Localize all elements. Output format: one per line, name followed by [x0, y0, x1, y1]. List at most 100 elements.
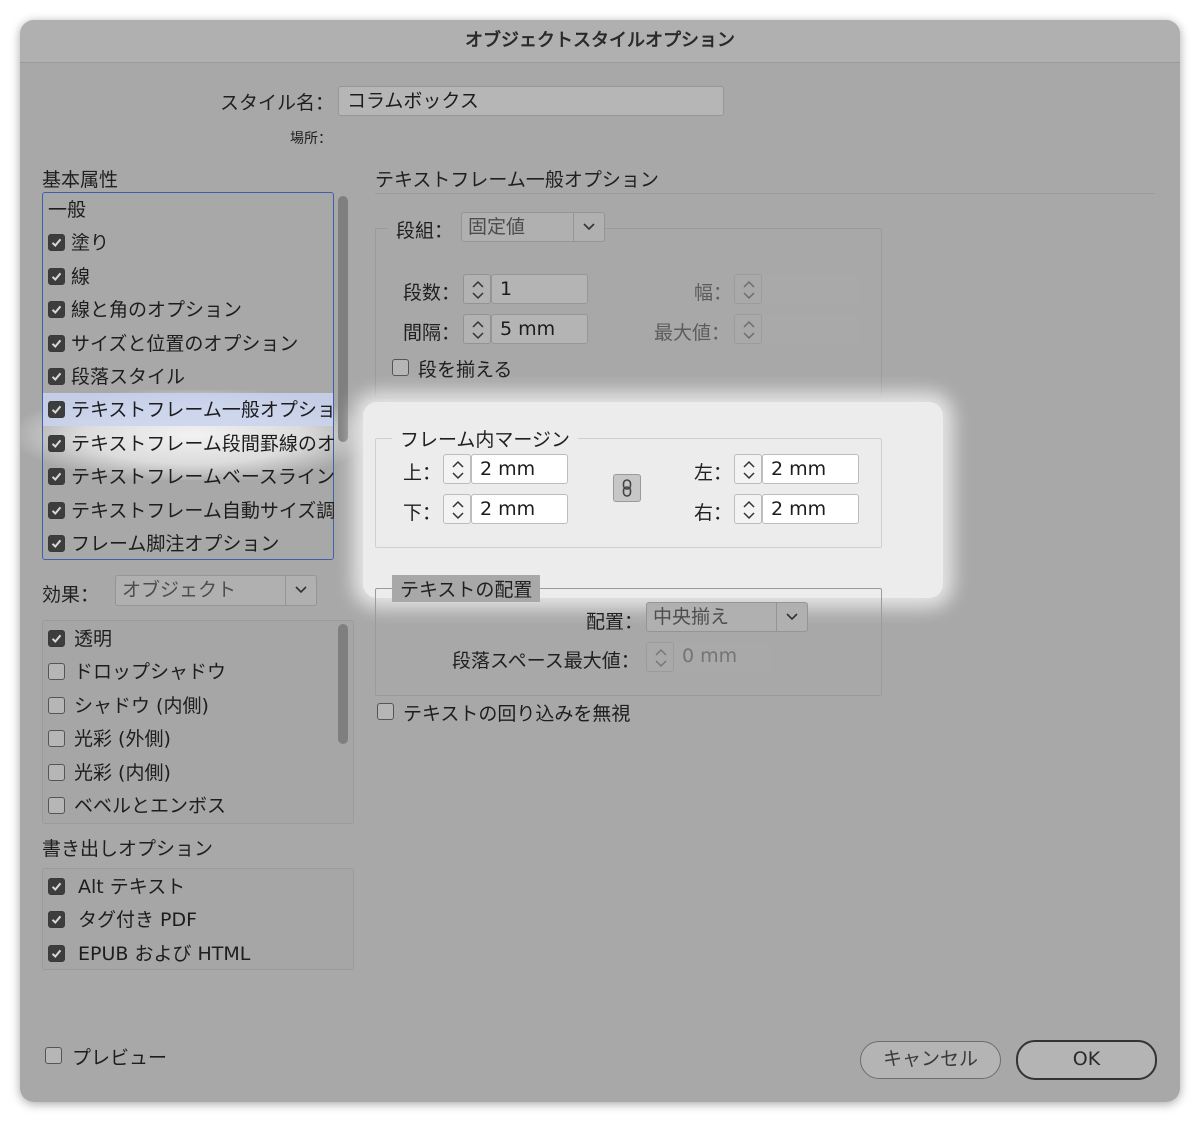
- checked-checkbox[interactable]: [48, 334, 65, 352]
- list-item-label[interactable]: サイズと位置のオプション: [71, 329, 298, 356]
- columns-select-value: 固定値: [468, 216, 526, 238]
- effects-scrollbar[interactable]: [336, 622, 350, 822]
- effects-list[interactable]: 透明ドロップシャドウ シャドウ (内側) 光彩 (外側) 光彩 (内側) ベベルとエンボ…: [42, 620, 354, 824]
- preview-label: プレビュー: [72, 1047, 168, 1069]
- width-label: 幅：: [694, 282, 733, 304]
- export-options-list[interactable]: Alt テキスト タグ付き PDF EPUB および HTML: [42, 868, 354, 970]
- unchecked-checkbox[interactable]: [48, 730, 65, 748]
- checked-checkbox[interactable]: [48, 468, 65, 486]
- basic-attributes-list[interactable]: 一般塗り線線と角のオプションサイズと位置のオプション 段落スタイルテキストフレーム…: [42, 192, 336, 560]
- checked-checkbox[interactable]: [48, 301, 65, 319]
- align-select-value: 中央揃え: [653, 606, 730, 628]
- scroll-thumb[interactable]: [338, 196, 348, 442]
- list-item-label[interactable]: 光彩 (外側): [74, 724, 171, 751]
- list-item-label[interactable]: 透明: [74, 624, 112, 651]
- list-item-label[interactable]: ドロップシャドウ: [74, 657, 226, 684]
- balance-columns-checkbox[interactable]: [392, 359, 409, 376]
- list-item-label[interactable]: フレーム脚注オプション: [71, 529, 279, 556]
- checked-checkbox[interactable]: [48, 434, 65, 452]
- chevron-down-icon: [285, 576, 316, 605]
- inset-right-label: 右：: [694, 502, 733, 524]
- list-item-label[interactable]: タグ付き PDF: [78, 905, 197, 932]
- inset-top-label: 上：: [403, 462, 442, 484]
- style-name-label: スタイル名：: [220, 92, 335, 114]
- section-title: テキストフレーム一般オプション: [375, 169, 659, 191]
- list-item-label[interactable]: テキストフレーム自動サイズ調: [71, 496, 335, 523]
- link-icon[interactable]: [613, 474, 641, 502]
- object-style-options-dialog: オブジェクトスタイルオプション スタイル名： コラムボックス 場所： 基本属性 …: [20, 20, 1180, 1102]
- ignore-text-wrap-label: テキストの回り込みを無視: [403, 703, 631, 725]
- list-item-label[interactable]: シャドウ (内側): [74, 691, 209, 718]
- basic-attributes-scrollbar[interactable]: [336, 192, 350, 560]
- checked-checkbox[interactable]: [48, 878, 65, 895]
- paragraph-spacing-stepper[interactable]: [646, 642, 674, 672]
- inset-top-stepper[interactable]: [443, 454, 471, 484]
- inset-bottom-stepper[interactable]: [443, 494, 471, 524]
- effects-select[interactable]: オブジェクト: [115, 575, 317, 606]
- effects-select-value: オブジェクト: [122, 579, 237, 601]
- list-item-label[interactable]: ベベルとエンボス: [74, 791, 226, 818]
- max-width-stepper[interactable]: [734, 314, 762, 344]
- unchecked-checkbox[interactable]: [48, 663, 65, 681]
- chevron-down-icon: [776, 603, 807, 631]
- gutter-stepper[interactable]: [463, 314, 491, 344]
- width-stepper[interactable]: [734, 274, 762, 304]
- chevron-down-icon: [573, 213, 604, 241]
- inset-top-input[interactable]: 2 mm: [471, 454, 568, 484]
- unchecked-checkbox[interactable]: [48, 763, 65, 781]
- inset-bottom-input[interactable]: 2 mm: [471, 494, 568, 524]
- checked-checkbox[interactable]: [48, 911, 65, 929]
- columns-select[interactable]: 固定値: [461, 212, 605, 242]
- gutter-input[interactable]: 5 mm: [491, 314, 588, 344]
- section-divider: [375, 193, 1155, 194]
- inset-title: フレーム内マージン: [392, 425, 579, 452]
- align-select[interactable]: 中央揃え: [646, 602, 808, 632]
- paragraph-spacing-limit-label: 段落スペース最大値：: [452, 650, 640, 672]
- effects-label: 効果：: [42, 584, 100, 606]
- checked-checkbox[interactable]: [48, 630, 65, 647]
- basic-attributes-heading: 基本属性: [42, 169, 119, 191]
- cancel-button[interactable]: キャンセル: [860, 1041, 1001, 1079]
- max-width-label: 最大値：: [654, 322, 731, 344]
- inset-right-stepper[interactable]: [734, 494, 762, 524]
- list-item-label[interactable]: 光彩 (内側): [74, 758, 171, 785]
- columns-label: 段組：: [388, 216, 462, 243]
- inset-bottom-label: 下：: [403, 502, 442, 524]
- unchecked-checkbox[interactable]: [48, 696, 65, 714]
- inset-left-stepper[interactable]: [734, 454, 762, 484]
- width-input[interactable]: [762, 274, 859, 304]
- list-item-label[interactable]: 線と角のオプション: [71, 295, 242, 322]
- list-item-label[interactable]: 塗り: [71, 228, 109, 255]
- max-width-input[interactable]: [762, 314, 859, 344]
- preview-checkbox[interactable]: [45, 1047, 62, 1064]
- list-item-label[interactable]: 一般: [48, 195, 86, 222]
- checked-checkbox[interactable]: [48, 267, 65, 285]
- paragraph-spacing-input[interactable]: 0 mm: [674, 642, 771, 672]
- list-item-label[interactable]: Alt テキスト: [78, 872, 185, 899]
- checked-checkbox[interactable]: [48, 234, 65, 252]
- list-item-label[interactable]: EPUB および HTML: [78, 939, 250, 966]
- vertical-justification-title: テキストの配置: [392, 575, 541, 602]
- column-count-stepper[interactable]: [463, 274, 491, 304]
- style-name-input[interactable]: コラムボックス: [338, 86, 724, 116]
- unchecked-checkbox[interactable]: [48, 797, 65, 814]
- list-item-label[interactable]: テキストフレーム段間罫線のオ: [71, 429, 336, 456]
- list-item-label[interactable]: テキストフレーム一般オプショ: [71, 395, 336, 422]
- ignore-text-wrap-checkbox[interactable]: [377, 703, 394, 720]
- list-item-label[interactable]: テキストフレームベースライン: [71, 462, 335, 489]
- checked-checkbox[interactable]: [48, 944, 65, 962]
- location-label: 場所：: [290, 131, 332, 147]
- list-item-label[interactable]: 線: [71, 262, 90, 289]
- export-options-heading: 書き出しオプション: [42, 838, 214, 860]
- checked-checkbox[interactable]: [48, 535, 65, 552]
- align-label: 配置：: [586, 611, 644, 633]
- column-count-input[interactable]: 1: [491, 274, 588, 304]
- inset-left-input[interactable]: 2 mm: [762, 454, 859, 484]
- scroll-thumb[interactable]: [338, 624, 348, 744]
- checked-checkbox[interactable]: [48, 501, 65, 519]
- list-item-label[interactable]: 段落スタイル: [71, 362, 185, 389]
- inset-right-input[interactable]: 2 mm: [762, 494, 859, 524]
- ok-button[interactable]: OK: [1016, 1040, 1157, 1080]
- checked-checkbox[interactable]: [48, 368, 65, 385]
- checked-checkbox[interactable]: [48, 401, 65, 419]
